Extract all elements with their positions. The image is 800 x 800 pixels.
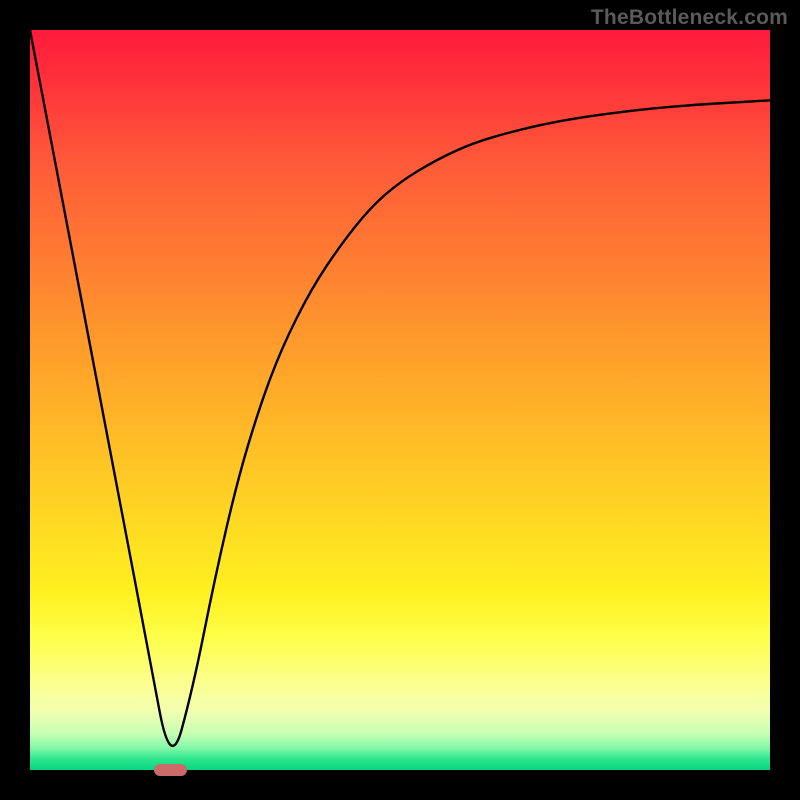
min-marker (154, 764, 187, 776)
bottleneck-curve (30, 30, 770, 770)
chart-frame: TheBottleneck.com (0, 0, 800, 800)
plot-area (30, 30, 770, 770)
curve-path (30, 30, 770, 746)
watermark-text: TheBottleneck.com (591, 6, 788, 30)
